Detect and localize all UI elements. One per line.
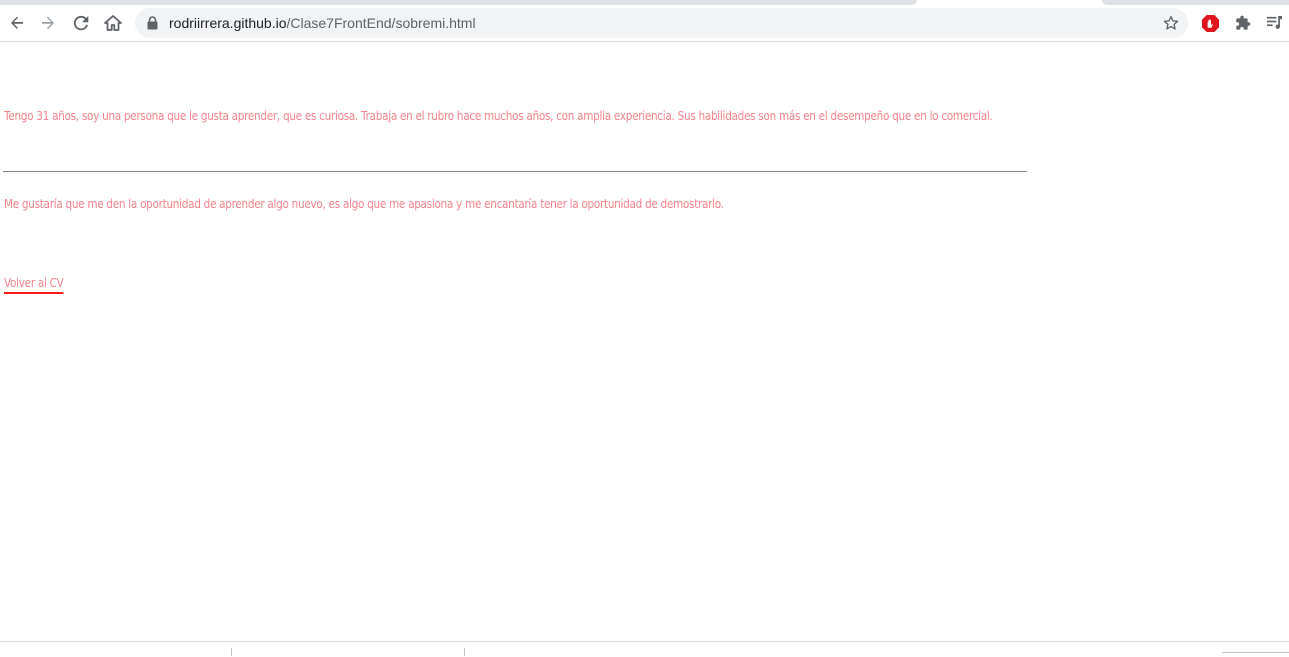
reload-icon (73, 15, 89, 31)
puzzle-icon[interactable] (1235, 15, 1251, 31)
horizontal-rule (3, 171, 1027, 172)
page-content: Tengo 31 años, soy una persona que le gu… (0, 42, 1289, 640)
forward-button[interactable] (34, 9, 62, 37)
back-button[interactable] (3, 9, 31, 37)
lock-icon[interactable] (147, 16, 158, 30)
url-host: rodriirrera.github.io (169, 15, 287, 31)
playlist-icon[interactable] (1266, 15, 1283, 30)
arrow-right-icon (42, 16, 54, 29)
url-text[interactable]: rodriirrera.github.io/Clase7FrontEnd/sob… (169, 15, 476, 31)
browser-toolbar: rodriirrera.github.io/Clase7FrontEnd/sob… (0, 5, 1289, 42)
wish-paragraph: Me gustaría que me den la oportunidad de… (4, 197, 724, 211)
link-underline (4, 292, 64, 294)
back-to-cv-label: Volver al CV (4, 276, 64, 290)
back-to-cv-link[interactable]: Volver al CV (4, 272, 64, 295)
about-paragraph: Tengo 31 años, soy una persona que le gu… (4, 109, 993, 123)
stop-sign-icon[interactable] (1201, 14, 1220, 33)
url-path: /Clase7FrontEnd/sobremi.html (286, 15, 476, 31)
address-bar[interactable]: rodriirrera.github.io/Clase7FrontEnd/sob… (135, 8, 1188, 38)
arrow-left-icon (11, 16, 23, 29)
star-icon[interactable] (1163, 15, 1179, 31)
home-icon (104, 15, 122, 31)
bottom-bar (0, 641, 1289, 656)
home-button[interactable] (99, 9, 127, 37)
reload-button[interactable] (67, 9, 95, 37)
